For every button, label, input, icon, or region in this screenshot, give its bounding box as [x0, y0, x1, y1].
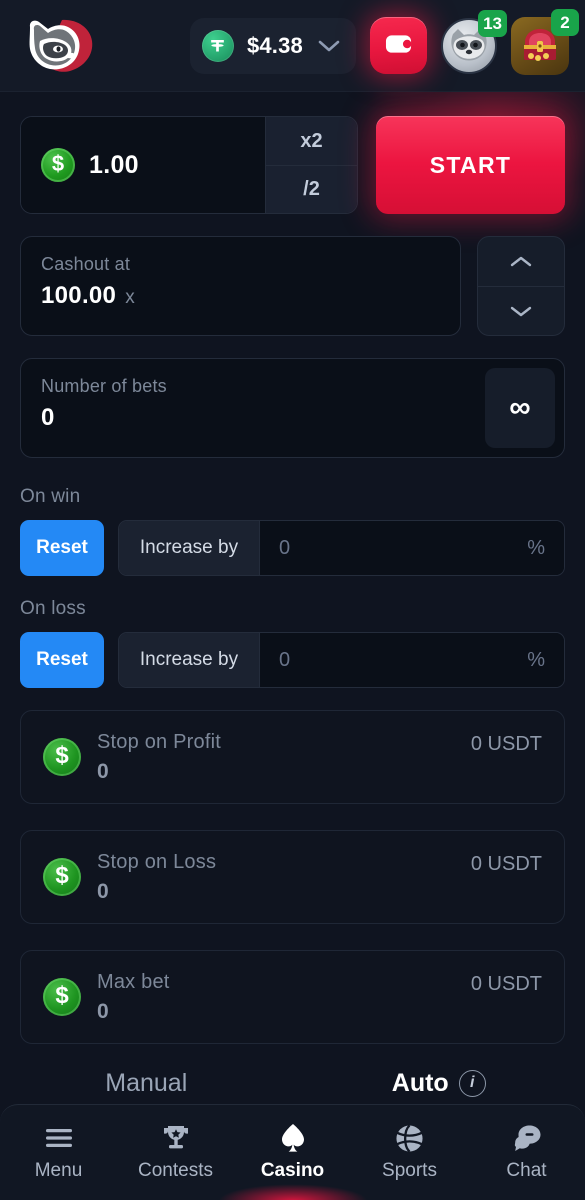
- bet-amount-input[interactable]: $ 1.00: [21, 117, 265, 213]
- raccoon-mascot-logo[interactable]: [14, 15, 106, 77]
- on-loss-percent-unit: %: [527, 648, 545, 671]
- dollar-coin-icon: $: [43, 738, 81, 776]
- dollar-coin-icon: $: [43, 858, 81, 896]
- chevron-down-icon[interactable]: [478, 286, 564, 335]
- on-win-percent-input[interactable]: 0 %: [260, 521, 564, 575]
- on-win-mode-button[interactable]: Increase by: [119, 521, 260, 575]
- dollar-coin-icon: $: [43, 978, 81, 1016]
- stop-on-loss-amount: 0 USDT: [470, 853, 542, 875]
- trophy-icon: [162, 1123, 190, 1153]
- cashout-suffix: x: [125, 287, 135, 308]
- stop-on-loss-card[interactable]: $ Stop on Loss 0 0 USDT: [20, 830, 565, 924]
- nav-label-menu: Menu: [34, 1160, 83, 1181]
- bet-double-button[interactable]: x2: [266, 117, 357, 165]
- cashout-stepper: [477, 236, 565, 336]
- avatar-badge: 13: [478, 9, 507, 37]
- bet-amount-row: $ 1.00 x2 /2 START: [20, 116, 565, 214]
- wallet-button[interactable]: [370, 17, 427, 74]
- nav-glow-accent: [217, 1184, 368, 1200]
- nav-item-menu[interactable]: Menu: [0, 1123, 117, 1182]
- on-loss-percent-input[interactable]: 0 %: [260, 633, 564, 687]
- mode-tab-bar: Manual Auto i: [0, 1062, 585, 1104]
- nav-item-sports[interactable]: Sports: [351, 1123, 468, 1182]
- max-bet-texts: Max bet 0: [97, 971, 170, 1024]
- hamburger-menu-icon: [44, 1123, 74, 1153]
- chevron-up-icon[interactable]: [478, 237, 564, 286]
- stop-on-profit-texts: Stop on Profit 0: [97, 731, 221, 784]
- cashout-label: Cashout at: [41, 254, 131, 274]
- tab-auto-label: Auto: [391, 1068, 449, 1097]
- on-loss-percent-value: 0: [279, 648, 291, 671]
- number-of-bets-input[interactable]: Number of bets 0 ∞: [20, 358, 565, 458]
- balance-selector[interactable]: $4.38: [189, 17, 356, 74]
- wallet-icon: [385, 32, 412, 59]
- stop-on-profit-value: 0: [97, 759, 109, 783]
- header-actions: $4.38 13 2: [189, 8, 579, 75]
- cashout-value-line: 100.00 x: [41, 282, 440, 310]
- max-bet-card[interactable]: $ Max bet 0 0 USDT: [20, 950, 565, 1044]
- stop-on-loss-texts: Stop on Loss 0: [97, 851, 216, 904]
- on-win-section: On win Reset Increase by 0 %: [20, 486, 565, 576]
- on-loss-controls: Reset Increase by 0 %: [20, 632, 565, 688]
- stop-on-loss-label: Stop on Loss: [97, 850, 217, 873]
- bet-multiplier-buttons: x2 /2: [265, 117, 357, 213]
- nav-item-chat[interactable]: Chat: [468, 1123, 585, 1182]
- cashout-row: Cashout at 100.00 x: [20, 236, 565, 336]
- max-bet-amount: 0 USDT: [470, 973, 542, 995]
- number-of-bets-value: 0: [41, 404, 55, 431]
- number-of-bets-label: Number of bets: [41, 376, 167, 396]
- chat-bubble-icon: [512, 1123, 542, 1153]
- on-loss-mode-button[interactable]: Increase by: [119, 633, 260, 687]
- on-win-increase-group: Increase by 0 %: [118, 520, 565, 576]
- stop-on-profit-card[interactable]: $ Stop on Profit 0 0 USDT: [20, 710, 565, 804]
- stop-on-profit-amount: 0 USDT: [470, 733, 542, 755]
- max-bet-value: 0: [97, 999, 109, 1023]
- app-root: $4.38 13 2 $ 1.00 x2 /2 START Cashout at…: [0, 0, 585, 1200]
- nav-item-casino[interactable]: Casino: [234, 1123, 351, 1182]
- on-win-controls: Reset Increase by 0 %: [20, 520, 565, 576]
- on-loss-label: On loss: [20, 598, 86, 619]
- on-loss-section: On loss Reset Increase by 0 %: [20, 598, 565, 688]
- nav-label-casino: Casino: [260, 1160, 325, 1181]
- on-loss-reset-button[interactable]: Reset: [20, 632, 104, 688]
- info-icon[interactable]: i: [458, 1069, 486, 1097]
- nav-label-contests: Contests: [138, 1160, 213, 1181]
- dollar-coin-icon: $: [41, 148, 75, 182]
- app-header: $4.38 13 2: [0, 0, 585, 92]
- cashout-input[interactable]: Cashout at 100.00 x: [20, 236, 461, 336]
- nav-label-chat: Chat: [506, 1160, 547, 1181]
- cashout-value: 100.00: [41, 282, 117, 309]
- chest-with-badge[interactable]: 2: [511, 8, 579, 75]
- tab-auto[interactable]: Auto i: [293, 1069, 585, 1098]
- balance-amount: $4.38: [246, 32, 303, 58]
- on-win-reset-button[interactable]: Reset: [20, 520, 104, 576]
- chest-badge: 2: [551, 8, 579, 36]
- on-loss-increase-group: Increase by 0 %: [118, 632, 565, 688]
- nav-label-sports: Sports: [382, 1160, 437, 1181]
- tether-icon: [201, 29, 234, 62]
- chevron-down-icon[interactable]: [318, 39, 340, 53]
- infinity-button[interactable]: ∞: [485, 368, 555, 448]
- auto-bet-panel: $ 1.00 x2 /2 START Cashout at 100.00 x N…: [0, 32, 585, 1200]
- stop-on-loss-value: 0: [97, 879, 109, 903]
- start-button[interactable]: START: [376, 116, 565, 214]
- bet-amount-group: $ 1.00 x2 /2: [20, 116, 358, 214]
- avatar-with-badge[interactable]: 13: [441, 9, 507, 74]
- nav-item-contests[interactable]: Contests: [117, 1123, 234, 1182]
- stop-on-profit-label: Stop on Profit: [97, 730, 221, 753]
- spade-icon: [279, 1123, 307, 1153]
- basketball-icon: [395, 1123, 424, 1153]
- on-win-percent-unit: %: [527, 536, 545, 559]
- bet-halve-button[interactable]: /2: [266, 165, 357, 213]
- tab-manual[interactable]: Manual: [0, 1069, 293, 1098]
- bet-amount-value: 1.00: [89, 150, 139, 179]
- on-win-label: On win: [20, 486, 81, 507]
- bottom-navigation: Menu Contests Casino Sports Chat: [0, 1104, 585, 1200]
- max-bet-label: Max bet: [97, 970, 170, 993]
- on-win-percent-value: 0: [279, 536, 291, 559]
